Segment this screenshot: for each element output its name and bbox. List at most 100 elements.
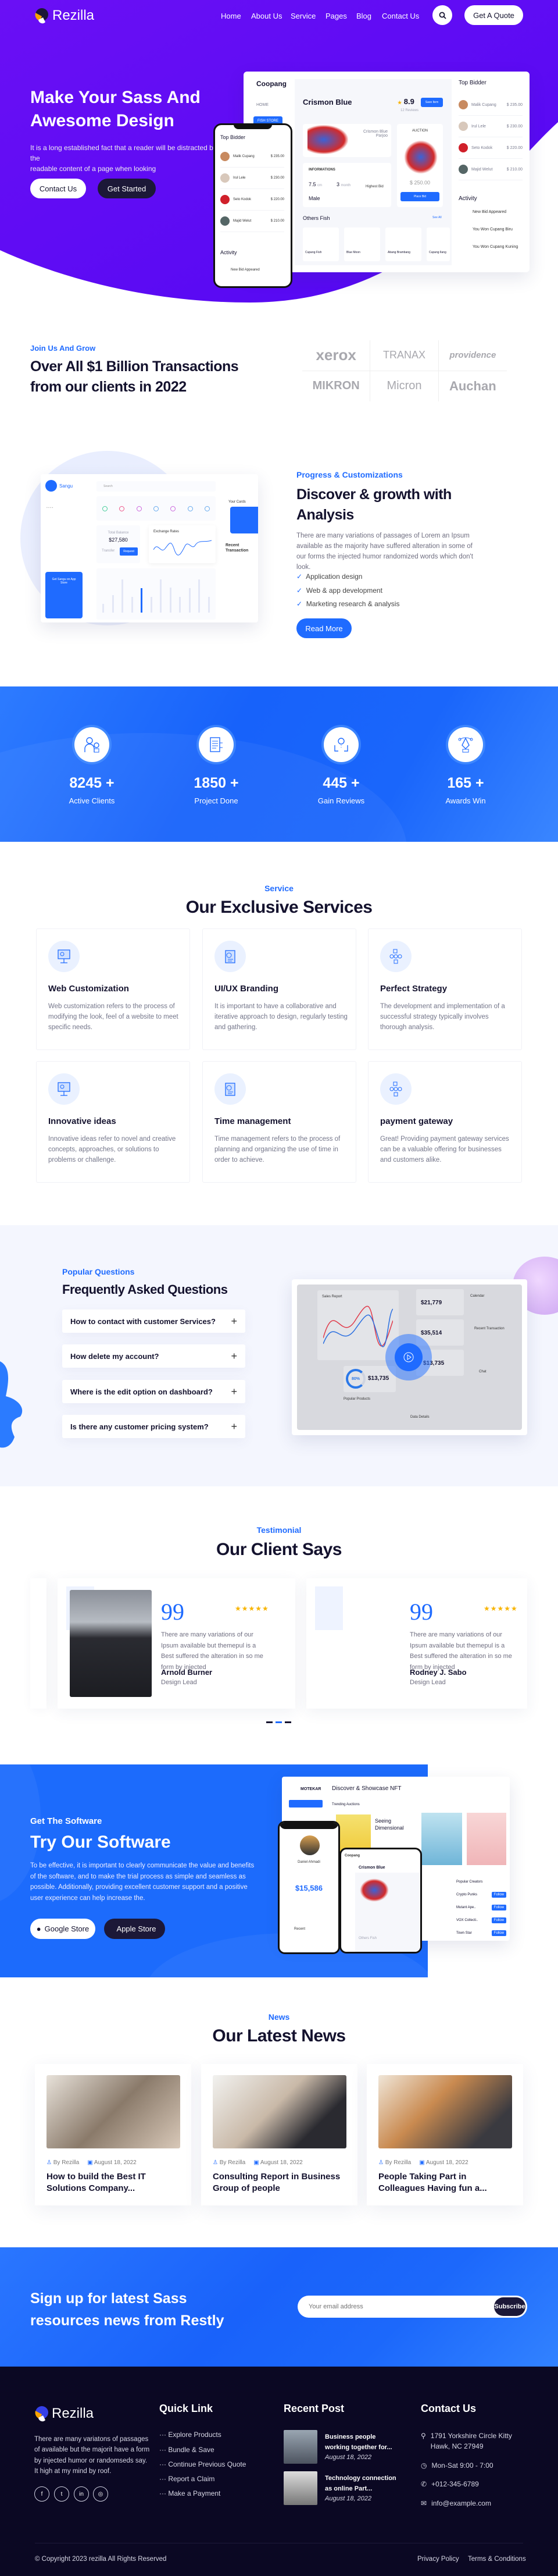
top-bidder-panel: Top Bidder Malik Cupang $ 235.00 Irul Lel… [459, 80, 523, 249]
clipboard-icon [225, 950, 235, 963]
others-fish-list: Cupang Fish Blue Moon Abang Brambang Cup… [303, 227, 450, 261]
service-icon-circle [214, 941, 246, 972]
news-card[interactable]: ♙ By Rezilla ▣ August 18, 2022 People Taki… [367, 2064, 523, 2205]
play-video-button[interactable] [385, 1334, 432, 1380]
service-title: Innovative ideas [48, 1116, 116, 1126]
post-thumbnail[interactable] [284, 2471, 317, 2505]
flowchart-icon [389, 1081, 402, 1097]
quote-icon: 99 [410, 1599, 433, 1625]
contact-email[interactable]: ✉ info@example.com [421, 2498, 491, 2509]
instagram-icon[interactable]: ◎ [93, 2486, 108, 2502]
document-icon [210, 737, 223, 752]
apple-store-button[interactable]: Apple Store [104, 1919, 165, 1939]
android-icon: ● [36, 1924, 41, 1933]
news-title[interactable]: Consulting Report in Business Group of p… [213, 2171, 349, 2194]
service-card[interactable]: Time management Time management refers to… [202, 1061, 356, 1183]
logo-tranax: TRANAX [370, 340, 439, 371]
nft-image [467, 1813, 506, 1865]
footer-logo[interactable]: Rezilla [34, 2405, 94, 2422]
nav-blog[interactable]: Blog [356, 12, 371, 20]
footer-link[interactable]: ··· Report a Claim [159, 2475, 214, 2483]
follow-button[interactable]: Follow [491, 1905, 506, 1910]
facebook-icon[interactable]: f [34, 2486, 49, 2502]
news-image[interactable] [378, 2075, 512, 2148]
service-card[interactable]: payment gateway Great! Providing payment … [368, 1061, 522, 1183]
logo[interactable]: Rezilla [34, 7, 94, 24]
read-more-button[interactable]: Read More [296, 618, 352, 638]
plus-icon: + [231, 1385, 237, 1397]
follow-button[interactable]: Follow [491, 1892, 506, 1898]
contact-phone[interactable]: ✆ +012-345-6789 [421, 2479, 479, 2489]
service-text: Innovative ideas refer to novel and crea… [48, 1136, 176, 1164]
service-card[interactable]: UI/UX Branding It is important to have a … [202, 928, 356, 1050]
date: ▣ August 18, 2022 [419, 2159, 468, 2166]
terms-link[interactable]: Terms & Conditions [468, 2556, 526, 2563]
nav-pages[interactable]: Pages [326, 12, 347, 20]
footer-link[interactable]: ··· Bundle & Save [159, 2446, 214, 2454]
pen-tool-icon [458, 737, 473, 753]
slider-dot-active[interactable] [276, 1721, 282, 1723]
quote-icon: 99 [161, 1599, 184, 1625]
nav-service[interactable]: Service [291, 12, 316, 20]
faq-item[interactable]: How to contact with customer Services? + [62, 1310, 245, 1333]
follow-button[interactable]: Follow [491, 1917, 506, 1923]
service-icon-circle [48, 941, 80, 972]
service-card[interactable]: Web Customization Web customization refer… [36, 928, 190, 1050]
service-card[interactable]: Perfect Strategy The development and impl… [368, 928, 522, 1050]
footer-link[interactable]: ··· Continue Previous Quote [159, 2460, 246, 2468]
contact-us-button[interactable]: Contact Us [30, 179, 86, 198]
logo-icon [35, 8, 48, 24]
discover-dashboard-mockup: Sangu ▪ ▪ ▪ ▪ Get Sangu on App Store Sea… [41, 474, 258, 622]
faq-item[interactable]: Is there any customer pricing system? + [62, 1415, 245, 1438]
faq-item[interactable]: Where is the edit option on dashboard? + [62, 1380, 245, 1403]
twitter-icon[interactable]: t [54, 2486, 69, 2502]
service-text: Web customization refers to the process … [48, 1003, 178, 1031]
service-title: Perfect Strategy [380, 984, 448, 994]
nav-about[interactable]: About Us [251, 12, 282, 20]
linkedin-icon[interactable]: in [74, 2486, 89, 2502]
privacy-link[interactable]: Privacy Policy [417, 2556, 459, 2563]
slider-dot[interactable] [266, 1721, 273, 1723]
calendar-icon: ▣ [253, 2159, 259, 2166]
star-icon: ★ [398, 100, 402, 105]
news-title[interactable]: People Taking Part in Colleagues Having … [378, 2171, 515, 2194]
footer-link[interactable]: ··· Explore Products [159, 2431, 221, 2439]
fish-image [404, 140, 438, 174]
news-card[interactable]: ♙ By Rezilla ▣ August 18, 2022 How to buil… [35, 2064, 191, 2205]
rating-stars: ★★★★★ [484, 1604, 518, 1613]
exchange-line-chart [153, 540, 212, 556]
nav-home[interactable]: Home [221, 12, 241, 20]
partner-logos: xerox TRANAX providence MIKRON Micron Au… [302, 340, 507, 401]
get-started-button[interactable]: Get Started [98, 179, 156, 198]
footer-link[interactable]: ··· Make a Payment [159, 2489, 220, 2497]
monitor-icon [58, 1082, 70, 1096]
idea-hands-icon [334, 738, 348, 752]
nav-contact[interactable]: Contact Us [382, 12, 419, 20]
post-thumbnail[interactable] [284, 2430, 317, 2464]
contact-address: ⚲ 1791 Yorkshire Circle Kitty Hawk, NC 27… [421, 2432, 512, 2450]
news-title[interactable]: How to build the Best IT Solutions Compa… [46, 2171, 183, 2194]
news-image[interactable] [213, 2075, 346, 2148]
service-text: Great! Providing payment gateway service… [380, 1136, 509, 1164]
newsletter-title: Sign up for latest Sass resources news fr… [30, 2290, 224, 2329]
recent-post-link[interactable]: Business people working together for... [325, 2432, 398, 2453]
income-target-ring: 80% [346, 1369, 366, 1389]
date: ▣ August 18, 2022 [253, 2159, 303, 2166]
get-quote-button[interactable]: Get A Quote [464, 5, 523, 25]
subscribe-button[interactable]: Subscribe [494, 2297, 525, 2316]
search-button[interactable] [432, 5, 452, 25]
author: ♙ By Rezilla [46, 2159, 80, 2166]
follow-button[interactable]: Follow [491, 1930, 506, 1936]
google-store-button[interactable]: ● Google Store [30, 1919, 95, 1939]
email-input[interactable] [309, 2301, 460, 2312]
hero-phone-mockup: Top Bidder Malik Cupang $ 235.00 Irul Lel… [213, 123, 292, 288]
faq-item[interactable]: How delete my account? + [62, 1344, 245, 1368]
news-card[interactable]: ♙ By Rezilla ▣ August 18, 2022 Consulting … [201, 2064, 357, 2205]
user-icon: ♙ [378, 2159, 384, 2166]
clipboard-icon [225, 1083, 235, 1096]
news-image[interactable] [46, 2075, 180, 2148]
slider-dot[interactable] [285, 1721, 291, 1723]
service-card[interactable]: Innovative ideas Innovative ideas refer t… [36, 1061, 190, 1183]
recent-post-link[interactable]: Technology connection as online Part... [325, 2473, 399, 2494]
plus-icon: + [231, 1315, 237, 1327]
